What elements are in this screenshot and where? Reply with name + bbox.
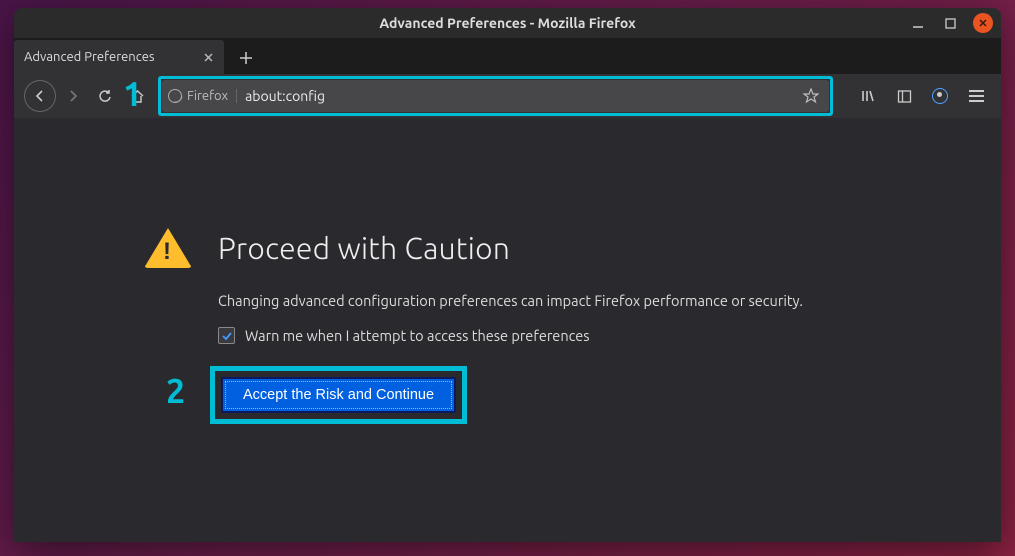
bookmark-star-icon[interactable] bbox=[803, 88, 823, 104]
account-button[interactable] bbox=[925, 81, 955, 111]
tab-title: Advanced Preferences bbox=[24, 50, 155, 64]
tab-close-button[interactable] bbox=[203, 52, 214, 63]
library-button[interactable] bbox=[853, 81, 883, 111]
warning-icon bbox=[144, 228, 192, 268]
tab-bar: Advanced Preferences bbox=[14, 38, 1001, 74]
warning-description: Changing advanced configuration preferen… bbox=[218, 292, 1001, 309]
sidebar-button[interactable] bbox=[889, 81, 919, 111]
maximize-button[interactable] bbox=[941, 14, 959, 32]
window-title: Advanced Preferences - Mozilla Firefox bbox=[379, 15, 635, 31]
titlebar: Advanced Preferences - Mozilla Firefox bbox=[14, 8, 1001, 38]
forward-button[interactable] bbox=[58, 81, 88, 111]
new-tab-button[interactable] bbox=[230, 42, 262, 74]
warn-checkbox[interactable] bbox=[218, 327, 235, 344]
page-content: Proceed with Caution Changing advanced c… bbox=[14, 118, 1001, 542]
checkbox-label: Warn me when I attempt to access these p… bbox=[245, 327, 590, 344]
identity-label: Firefox bbox=[187, 89, 228, 103]
reload-button[interactable] bbox=[90, 81, 120, 111]
nav-toolbar: 1 Firefox bbox=[14, 74, 1001, 118]
page-heading: Proceed with Caution bbox=[218, 231, 510, 265]
window-controls bbox=[909, 13, 993, 33]
firefox-icon bbox=[168, 89, 182, 103]
firefox-window: Advanced Preferences - Mozilla Firefox A… bbox=[14, 8, 1001, 542]
account-icon bbox=[932, 88, 948, 104]
tab-advanced-preferences[interactable]: Advanced Preferences bbox=[14, 40, 224, 74]
annotation-number-2: 2 bbox=[166, 372, 185, 410]
address-bar[interactable]: Firefox bbox=[162, 80, 829, 112]
close-button[interactable] bbox=[973, 13, 993, 33]
back-button[interactable] bbox=[24, 80, 56, 112]
menu-button[interactable] bbox=[961, 81, 991, 111]
toolbar-right bbox=[853, 81, 991, 111]
url-input[interactable] bbox=[245, 88, 795, 104]
annotation-highlight-2: Accept the Risk and Continue bbox=[210, 366, 467, 424]
minimize-button[interactable] bbox=[909, 14, 927, 32]
accept-risk-button[interactable]: Accept the Risk and Continue bbox=[221, 377, 456, 413]
annotation-number-1: 1 bbox=[123, 75, 142, 113]
site-identity[interactable]: Firefox bbox=[168, 89, 237, 103]
annotation-highlight-1: 1 Firefox bbox=[158, 76, 833, 116]
